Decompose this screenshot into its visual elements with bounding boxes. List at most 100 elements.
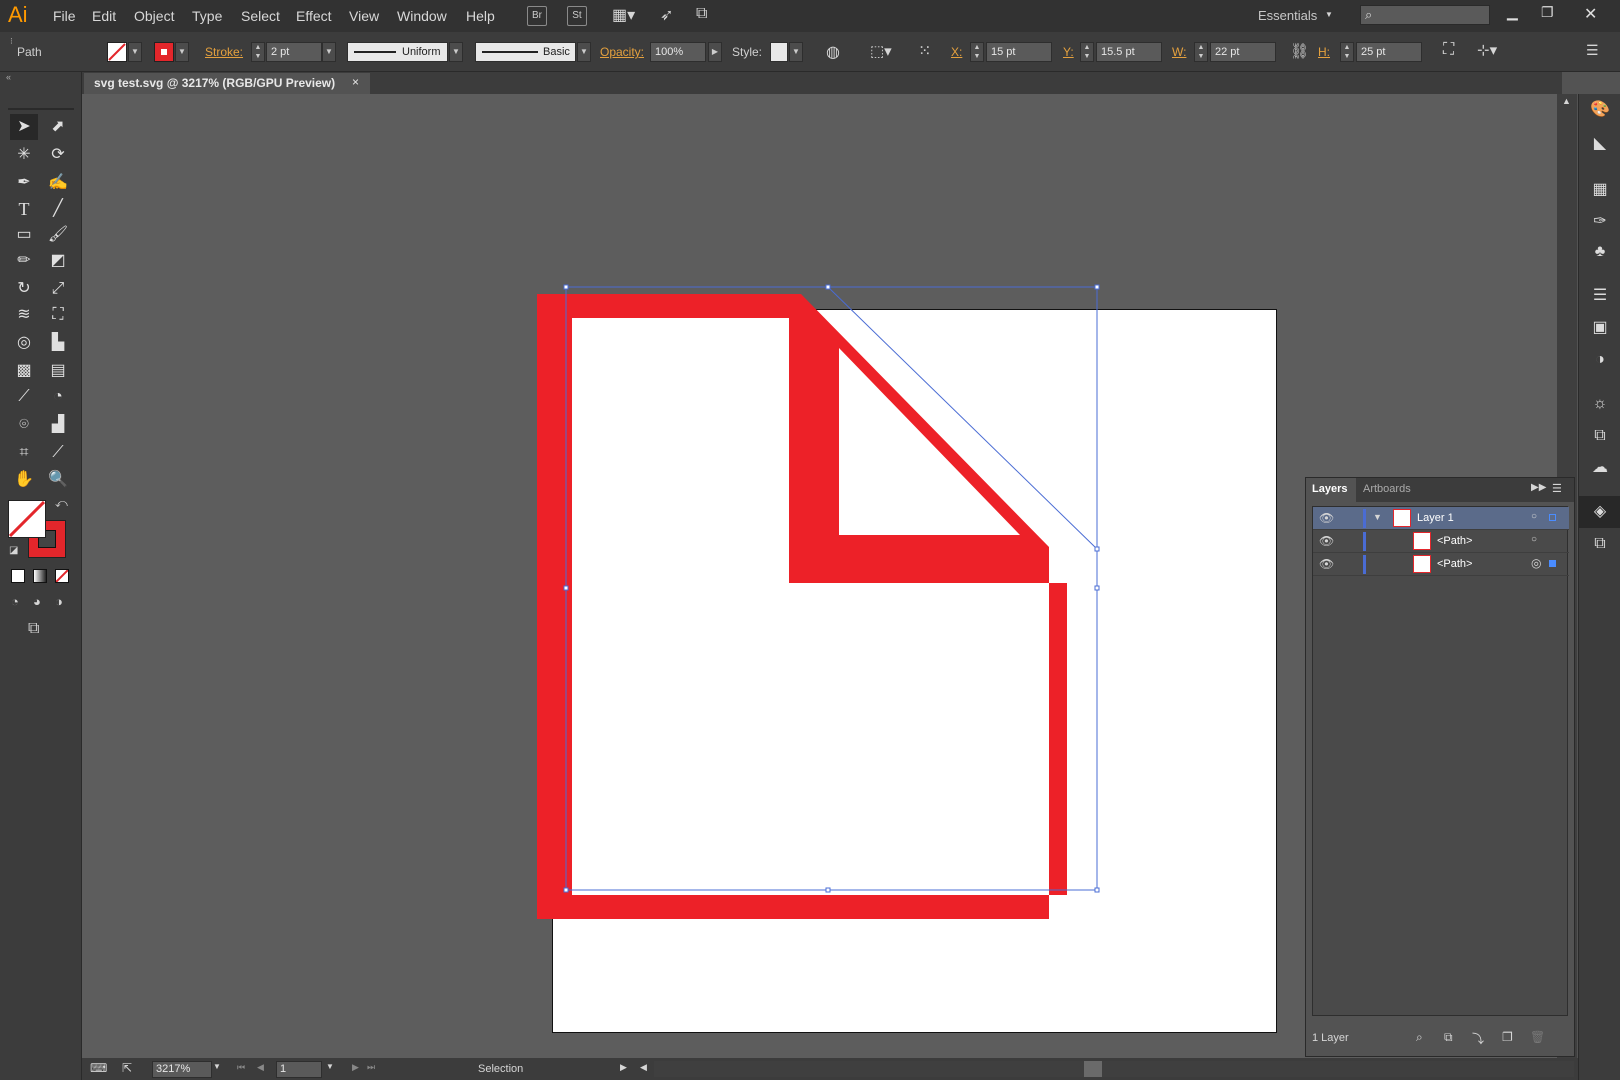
selection-tool-icon[interactable]: ➤ <box>10 114 38 140</box>
mesh-tool-icon[interactable]: ▩ <box>10 358 38 384</box>
profile-dropdown-icon[interactable]: ▼ <box>449 42 463 62</box>
workspace-chevron-down-icon[interactable]: ▼ <box>1325 10 1333 19</box>
previous-artboard-icon[interactable]: ◀ <box>257 1062 264 1073</box>
layer-name[interactable]: Layer 1 <box>1417 512 1454 524</box>
opacity-field[interactable]: 100% <box>650 42 706 62</box>
stroke-weight-field[interactable]: 2 pt <box>266 42 322 62</box>
zoom-field[interactable]: 3217% <box>152 1061 212 1078</box>
isolate-selected-icon[interactable]: ⊹▾ <box>1477 41 1497 59</box>
color-mode-button[interactable] <box>11 569 25 583</box>
zoom-tool-icon[interactable]: 🔍 <box>44 467 72 493</box>
rectangle-tool-icon[interactable]: ▭ <box>10 222 38 248</box>
line-tool-icon[interactable]: ╱ <box>44 196 72 222</box>
x-label[interactable]: X: <box>951 45 962 59</box>
draw-normal-icon[interactable]: ◔ <box>11 594 19 609</box>
height-spinner-icon[interactable]: ▲ ▼ <box>1340 42 1354 62</box>
gpu-performance-icon[interactable]: ⧉ <box>696 5 707 23</box>
draw-inside-icon[interactable]: ◑ <box>55 594 63 609</box>
layers-panel-icon[interactable]: ◈ <box>1579 496 1620 528</box>
arrange-documents-icon[interactable]: ▦▾ <box>612 5 635 25</box>
fill-dropdown-icon[interactable]: ▼ <box>128 42 142 62</box>
gpu-toggle-icon[interactable]: ⌨ <box>90 1061 107 1075</box>
reference-point-icon[interactable]: ⁙ <box>918 41 931 61</box>
locate-object-icon[interactable]: ⌕ <box>1416 1030 1423 1045</box>
column-graph-tool-icon[interactable]: ▟ <box>44 412 72 438</box>
stock-button[interactable]: St <box>567 6 587 26</box>
blend-tool-icon[interactable]: ◔ <box>44 384 72 410</box>
gradient-panel-icon[interactable]: ▣ <box>1579 312 1620 344</box>
eraser-tool-icon[interactable]: ◩ <box>44 248 72 274</box>
libraries-icon[interactable]: ☁ <box>1579 452 1620 484</box>
eyedropper-tool-icon[interactable]: ⟋ <box>10 384 38 410</box>
document-outline-path[interactable] <box>537 294 1067 919</box>
target-double-circle-icon[interactable]: ◎ <box>1531 556 1541 570</box>
zoom-dropdown-icon[interactable]: ▼ <box>213 1062 221 1071</box>
height-field[interactable]: 25 pt <box>1356 42 1422 62</box>
last-artboard-icon[interactable]: ⏭ <box>367 1062 375 1073</box>
align-to-icon[interactable]: ⬚▾ <box>870 42 892 60</box>
horizontal-scroll-thumb[interactable] <box>1084 1061 1102 1077</box>
draw-behind-icon[interactable]: ◕ <box>33 594 41 609</box>
stroke-spinner-icon[interactable]: ▲ ▼ <box>251 42 265 62</box>
width-tool-icon[interactable]: ≋ <box>10 302 38 328</box>
visibility-eye-icon[interactable]: 👁 <box>1319 511 1334 525</box>
target-circle-icon[interactable]: ○ <box>1531 511 1537 522</box>
magic-wand-tool-icon[interactable]: ✳ <box>10 142 38 168</box>
perspective-grid-tool-icon[interactable]: ▙ <box>44 330 72 356</box>
artboard-dropdown-icon[interactable]: ▼ <box>326 1062 334 1071</box>
stroke-weight-dropdown-icon[interactable]: ▼ <box>322 42 336 62</box>
none-mode-button[interactable] <box>55 569 69 583</box>
symbol-sprayer-tool-icon[interactable]: ⌾ <box>10 412 38 438</box>
pencil-tool-icon[interactable]: ✏ <box>10 248 38 274</box>
x-spinner-icon[interactable]: ▲ ▼ <box>970 42 984 62</box>
height-label[interactable]: H: <box>1318 45 1330 59</box>
transparency-icon[interactable]: ◑ <box>1579 344 1620 376</box>
menu-type[interactable]: Type <box>192 8 222 24</box>
minimize-icon[interactable]: ▁ <box>1507 4 1518 21</box>
horizontal-scrollbar[interactable] <box>654 1061 1574 1077</box>
brush-definition[interactable]: Basic <box>475 42 576 62</box>
curvature-tool-icon[interactable]: ✍ <box>44 170 72 196</box>
artboard-number-field[interactable]: 1 <box>276 1061 322 1078</box>
first-artboard-icon[interactable]: ⏮ <box>237 1062 245 1073</box>
next-artboard-icon[interactable]: ▶ <box>352 1062 359 1073</box>
hand-tool-icon[interactable]: ✋ <box>10 467 38 493</box>
color-guide-icon[interactable]: 🎨 <box>1579 94 1620 126</box>
scroll-up-icon[interactable]: ▲ <box>1562 96 1571 106</box>
transform-each-icon[interactable]: ⛶ <box>1443 41 1454 59</box>
fill-color-box[interactable] <box>8 500 46 538</box>
search-input[interactable]: ⌕ <box>1360 5 1490 25</box>
sublayer-row[interactable]: 👁 <Path> ○ <box>1313 530 1569 553</box>
graphic-styles-icon[interactable]: ⧉ <box>1579 420 1620 452</box>
control-panel-menu-icon[interactable]: ☰ <box>1586 42 1599 59</box>
panel-collapse-icon[interactable]: ▶▶ <box>1531 482 1546 493</box>
x-position-field[interactable]: 15 pt <box>986 42 1052 62</box>
width-label[interactable]: W: <box>1172 45 1186 59</box>
gradient-mode-button[interactable] <box>33 569 47 583</box>
selection-indicator[interactable] <box>1549 560 1556 567</box>
opacity-label[interactable]: Opacity: <box>600 45 644 59</box>
stroke-dropdown-icon[interactable]: ▼ <box>175 42 189 62</box>
menu-select[interactable]: Select <box>241 8 280 24</box>
menu-help[interactable]: Help <box>466 8 495 24</box>
new-layer-icon[interactable]: ❐ <box>1502 1030 1513 1044</box>
artboards-panel-icon[interactable]: ⧉ <box>1579 528 1620 560</box>
lasso-tool-icon[interactable]: ⟳ <box>44 142 72 168</box>
screen-mode-icon[interactable]: ⧉ <box>28 620 39 638</box>
stroke-label[interactable]: Stroke: <box>205 45 243 59</box>
rotate-tool-icon[interactable]: ↻ <box>10 276 38 302</box>
symbols-icon[interactable]: ♣ <box>1579 236 1620 268</box>
menu-window[interactable]: Window <box>397 8 447 24</box>
direct-selection-tool-icon[interactable]: ⬈ <box>44 114 72 140</box>
style-dropdown-icon[interactable]: ▼ <box>789 42 803 62</box>
selection-indicator[interactable] <box>1549 514 1556 521</box>
scroll-left-icon[interactable]: ◀ <box>640 1062 647 1073</box>
path-name[interactable]: <Path> <box>1437 535 1472 547</box>
menu-object[interactable]: Object <box>134 8 174 24</box>
menu-view[interactable]: View <box>349 8 379 24</box>
collapse-panel-icon[interactable]: « <box>6 72 11 82</box>
expand-chevron-down-icon[interactable]: ▼ <box>1373 512 1382 522</box>
recolor-artwork-icon[interactable]: ◍ <box>826 42 840 62</box>
bridge-button[interactable]: Br <box>527 6 547 26</box>
clipping-mask-icon[interactable]: ⧉ <box>1444 1030 1453 1045</box>
